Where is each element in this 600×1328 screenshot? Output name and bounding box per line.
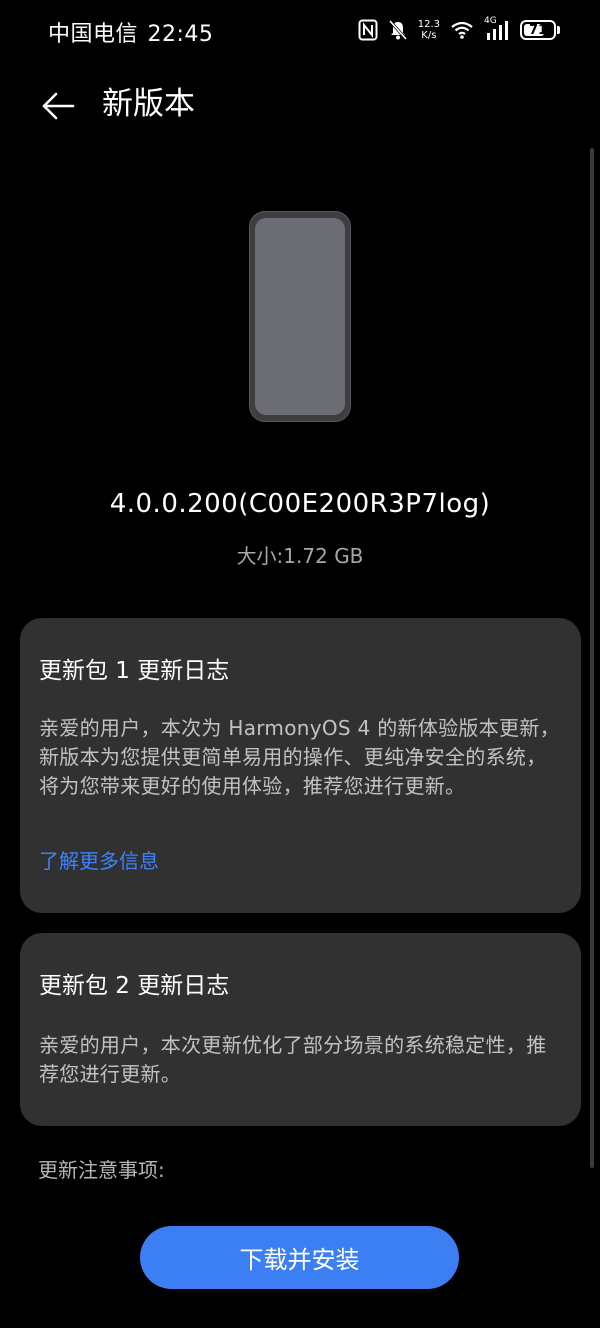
changelog-card-1: 更新包 1 更新日志 亲爱的用户，本次为 HarmonyOS 4 的新体验版本更…	[20, 618, 581, 913]
carrier-name: 中国电信	[48, 22, 139, 47]
network-speed-value: 12.3	[417, 19, 440, 30]
nfc-icon	[358, 19, 378, 41]
status-icons: 12.3 K/s 4G 71	[358, 16, 560, 44]
battery-level: 71	[528, 22, 548, 38]
signal-icon: 4G	[484, 16, 510, 41]
changelog-body: 亲爱的用户，本次为 HarmonyOS 4 的新体验版本更新，新版本为您提供更简…	[39, 716, 560, 798]
changelog-body: 亲爱的用户，本次更新优化了部分场景的系统稳定性，推荐您进行更新。	[39, 1033, 547, 1086]
page-title: 新版本	[102, 86, 195, 122]
scrollbar[interactable]	[590, 148, 594, 1168]
phone-illustration	[249, 211, 351, 422]
network-speed: 12.3 K/s	[418, 19, 440, 41]
status-bar: 中国电信 22:45 12.3 K/s 4G 71	[0, 0, 600, 60]
phone-screen	[255, 218, 345, 415]
back-button[interactable]	[36, 84, 80, 128]
learn-more-link[interactable]: 了解更多信息	[39, 846, 159, 876]
changelog-card-2: 更新包 2 更新日志 亲爱的用户，本次更新优化了部分场景的系统稳定性，推荐您进行…	[20, 933, 581, 1126]
changelog-title: 更新包 2 更新日志	[39, 973, 230, 999]
wifi-icon	[450, 20, 474, 40]
status-left: 中国电信 22:45	[48, 16, 213, 48]
changelog-title: 更新包 1 更新日志	[39, 658, 230, 684]
update-page: 中国电信 22:45 12.3 K/s 4G 71 新版本 4.0.0.200(…	[0, 0, 600, 1328]
header: 新版本	[0, 70, 600, 140]
update-notes-label: 更新注意事项:	[38, 1158, 165, 1182]
battery-tip	[557, 26, 560, 34]
network-speed-unit: K/s	[421, 30, 437, 41]
status-time: 22:45	[147, 22, 214, 47]
package-size: 大小:1.72 GB	[236, 544, 364, 568]
download-install-button[interactable]: 下载并安装	[140, 1226, 459, 1289]
battery-body: 71	[520, 20, 556, 40]
mute-bell-icon	[388, 19, 408, 41]
back-arrow-icon	[42, 92, 75, 120]
battery-icon: 71	[520, 20, 560, 40]
version-number: 4.0.0.200(C00E200R3P7log)	[109, 489, 491, 519]
network-type: 4G	[484, 16, 497, 26]
